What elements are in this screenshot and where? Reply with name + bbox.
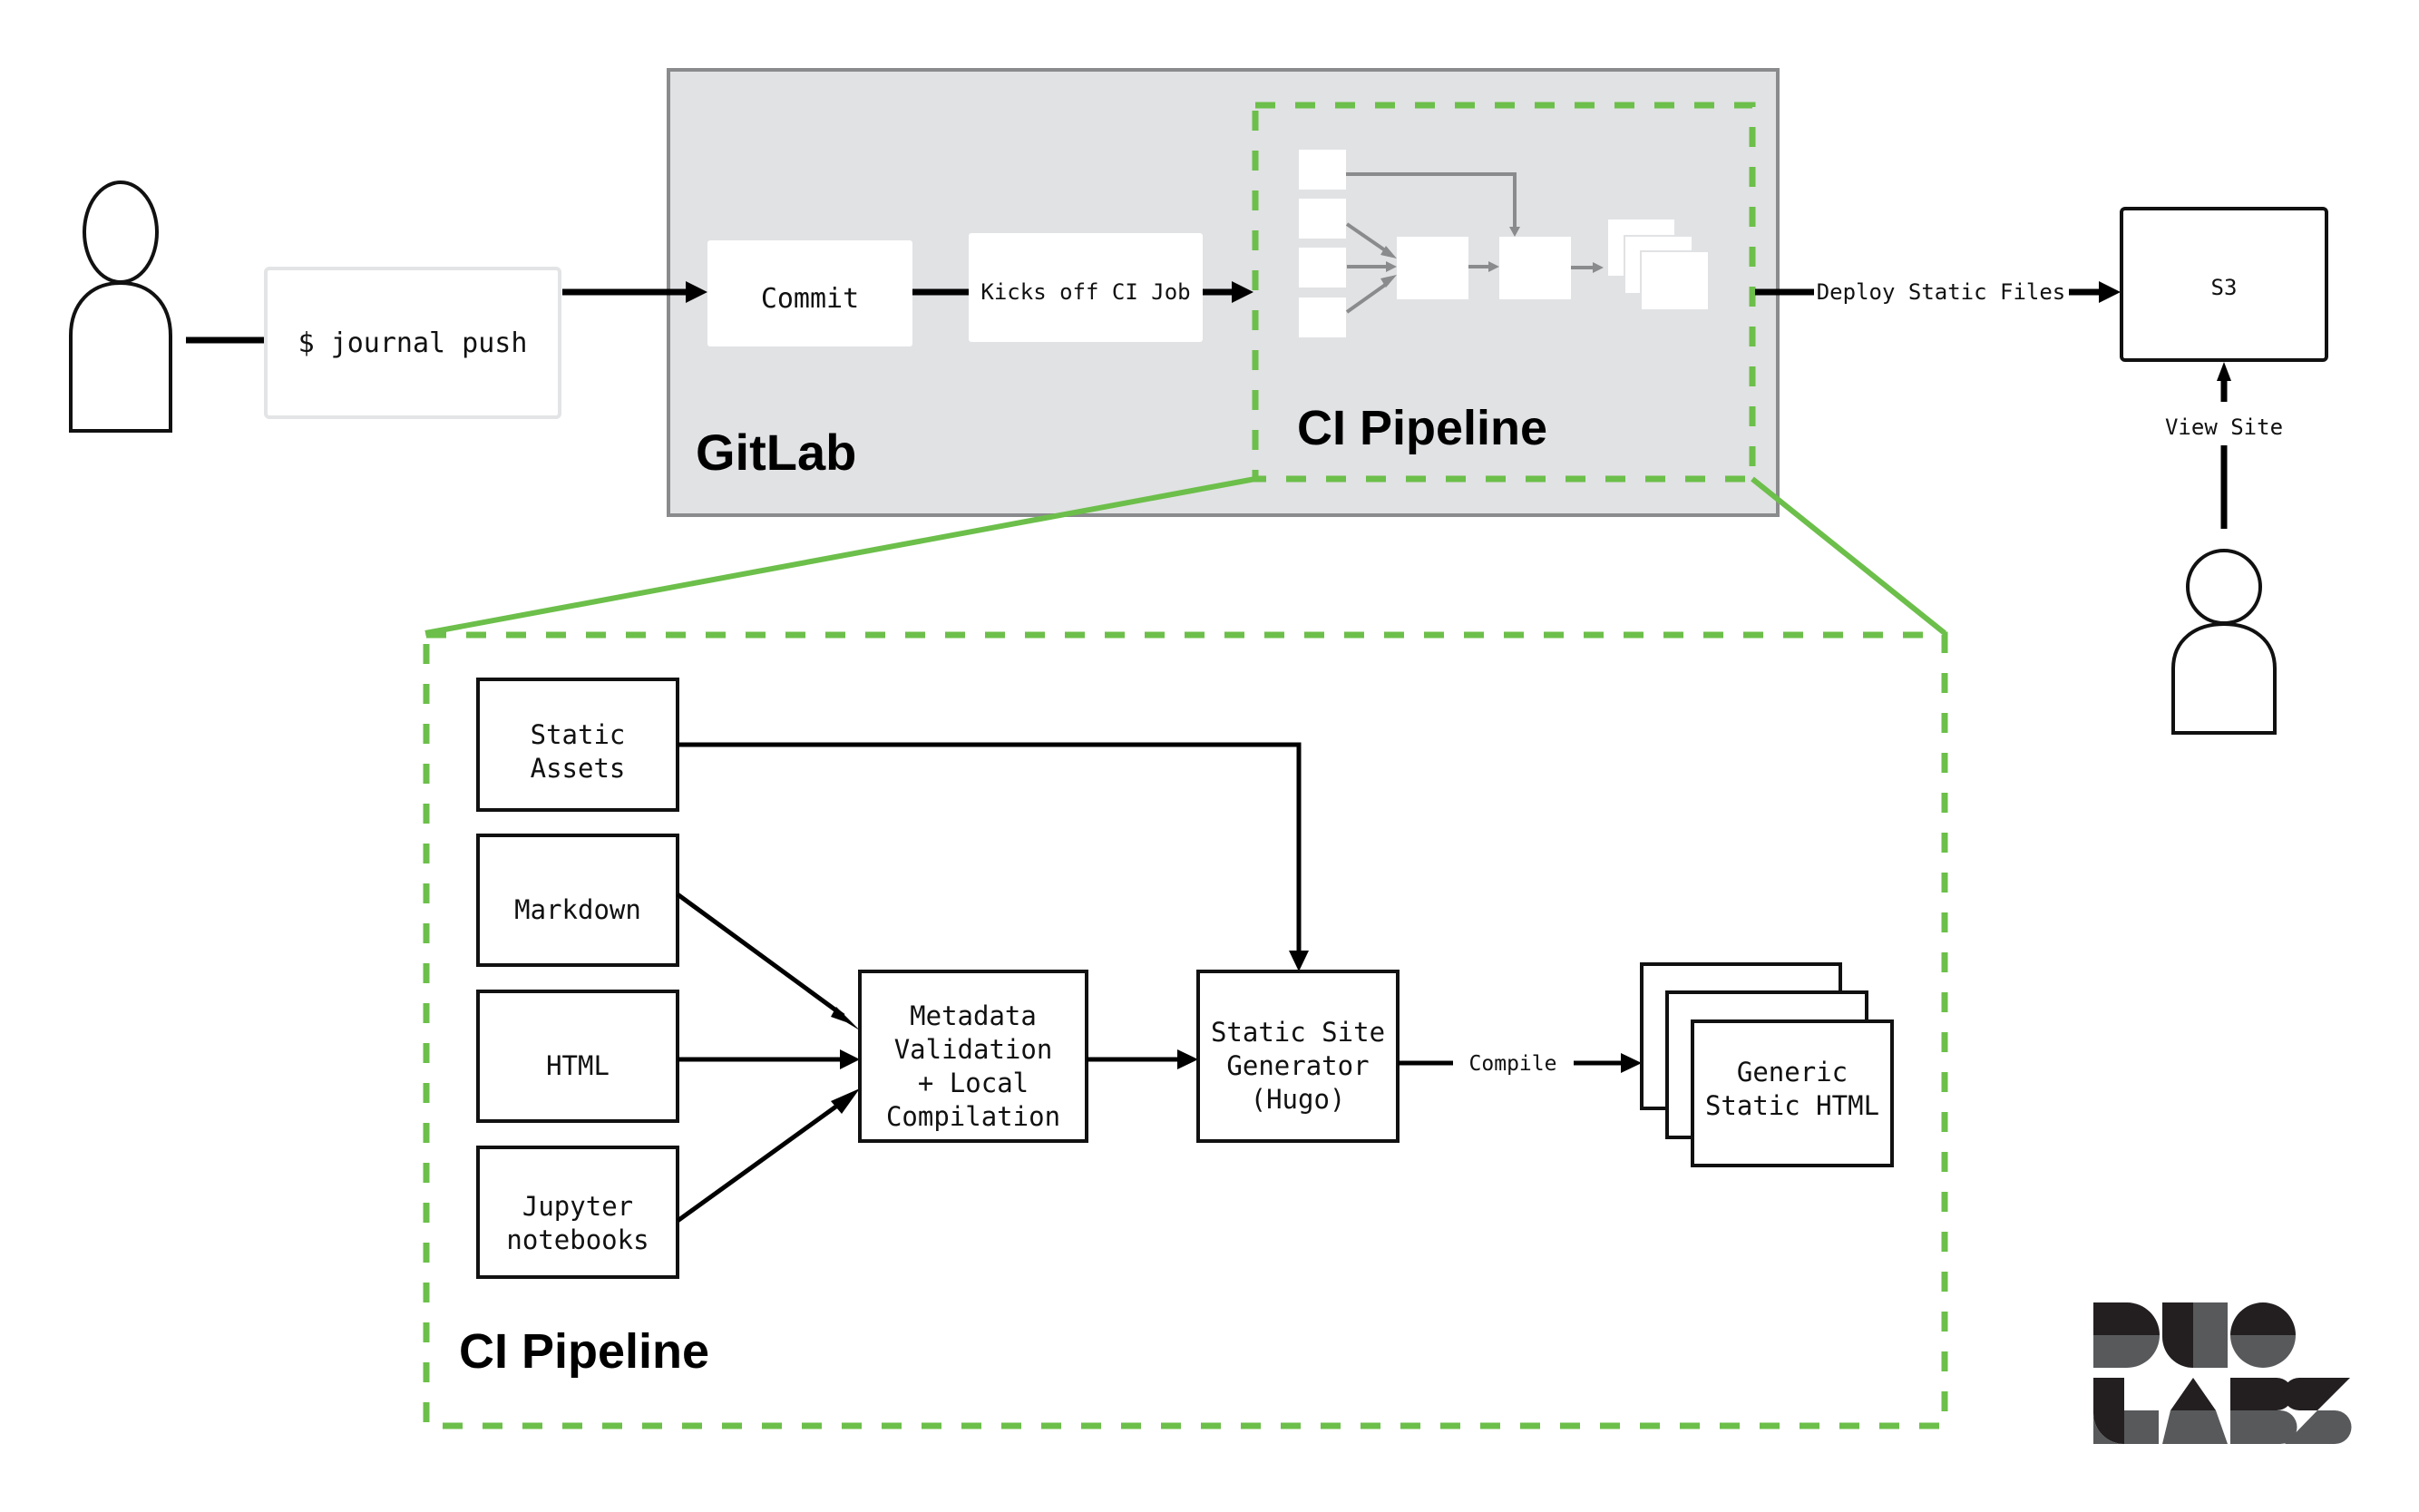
arrowhead — [840, 1049, 860, 1069]
input-label-line: Markdown — [514, 894, 641, 925]
validation-label-line: Compilation — [886, 1101, 1060, 1132]
gitlab-title: GitLab — [696, 424, 856, 481]
mini-input-box — [1299, 150, 1346, 190]
author-person-icon — [69, 180, 172, 433]
input-html: HTML — [476, 990, 679, 1123]
viewer-person-icon — [2171, 549, 2277, 735]
edge-jupyter-to-validation — [676, 1098, 845, 1224]
commit-box: Commit — [707, 240, 912, 346]
mini-input-box — [1299, 248, 1346, 288]
arrowhead — [1621, 1053, 1642, 1073]
mini-generator-box — [1499, 237, 1571, 299]
kickoff-box: Kicks off CI Job — [969, 233, 1203, 342]
generator-box: Static Site Generator (Hugo) — [1196, 970, 1400, 1143]
generator-label-line: Static Site — [1211, 1017, 1385, 1048]
view-site-label: View Site — [2165, 415, 2283, 440]
input-label-line: Jupyter — [522, 1191, 633, 1222]
input-markdown: Markdown — [476, 834, 679, 967]
commit-label: Commit — [761, 283, 859, 315]
arrowhead — [2217, 362, 2231, 381]
duo-labs-logo — [2093, 1302, 2352, 1444]
output-label-line: Static HTML — [1705, 1090, 1879, 1121]
input-label-line: Static — [531, 719, 626, 750]
s3-label: S3 — [2211, 275, 2238, 300]
validation-label-line: Metadata — [910, 1000, 1037, 1031]
zoom-connector-right — [1751, 476, 1946, 636]
arrowhead — [2099, 281, 2121, 303]
validation-label-line: + Local — [918, 1068, 1029, 1098]
kickoff-label: Kicks off CI Job — [980, 279, 1190, 305]
generator-label-line: Generator — [1226, 1050, 1369, 1081]
arrowhead — [1177, 1049, 1198, 1069]
command-label: $ journal push — [298, 327, 528, 359]
output-stack: Generic Static HTML — [1640, 962, 1894, 1167]
input-label-line: notebooks — [506, 1224, 649, 1255]
validation-label-line: Validation — [894, 1034, 1053, 1065]
ci-pipeline-title-small: CI Pipeline — [1297, 401, 1547, 455]
input-label-line: Assets — [531, 753, 626, 784]
mini-output-page — [1640, 250, 1710, 311]
command-box: $ journal push — [264, 267, 561, 419]
input-jupyter-notebooks: Jupyter notebooks — [476, 1146, 679, 1279]
deploy-label: Deploy Static Files — [1817, 279, 2066, 305]
ci-pipeline-title-large: CI Pipeline — [459, 1324, 709, 1379]
input-label-line: HTML — [546, 1050, 610, 1081]
edge-markdown-to-validation — [676, 892, 845, 1019]
compile-label: Compile — [1469, 1052, 1557, 1076]
arrowhead — [831, 1007, 860, 1030]
validation-box: Metadata Validation + Local Compilation — [858, 970, 1088, 1143]
edge-assets-to-generator — [678, 742, 1302, 952]
mini-input-box — [1299, 199, 1346, 239]
mini-input-box — [1299, 298, 1346, 337]
architecture-diagram: $ journal push GitLab Commit Kicks off C… — [69, 68, 2352, 1444]
input-static-assets: Static Assets — [476, 678, 679, 812]
output-label-line: Generic — [1737, 1057, 1848, 1088]
arrowhead — [1289, 951, 1309, 971]
s3-box: S3 — [2120, 207, 2328, 362]
mini-validation-box — [1397, 237, 1468, 299]
arrowhead — [831, 1088, 860, 1114]
generator-label-line: (Hugo) — [1251, 1084, 1346, 1115]
